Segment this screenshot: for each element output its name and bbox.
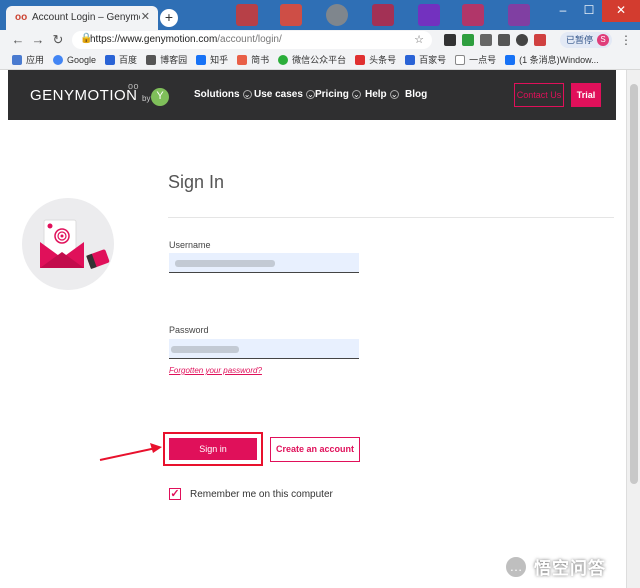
menu-use-cases[interactable]: Use cases ⌄ — [254, 89, 315, 100]
bookmark-item[interactable]: 头条号 — [355, 53, 396, 66]
title-divider — [168, 217, 614, 218]
new-tab-button[interactable]: + — [160, 9, 178, 27]
avatar: S — [597, 34, 609, 46]
close-window-icon[interactable]: ✕ — [602, 0, 640, 22]
watermark-text: 悟空问答 — [534, 559, 606, 578]
taskbar-app-icon — [418, 4, 440, 26]
jianshu-icon — [237, 54, 248, 65]
red-arrow-annotation — [99, 443, 162, 461]
bookmark-item[interactable]: 应用 — [12, 53, 44, 66]
tab-close-icon[interactable]: ✕ — [141, 10, 150, 23]
username-label: Username — [169, 240, 211, 250]
username-input[interactable] — [169, 253, 359, 273]
page-scrollbar[interactable] — [626, 70, 640, 588]
reload-icon[interactable]: ↻ — [50, 32, 66, 48]
password-input[interactable] — [169, 339, 359, 359]
wechat-icon — [278, 54, 289, 65]
extension-icon[interactable] — [534, 34, 546, 46]
taskbar-app-icon — [280, 4, 302, 26]
extension-icon[interactable] — [480, 34, 492, 46]
address-bar[interactable]: 🔒 https://www.genymotion.com/account/log… — [72, 31, 432, 49]
extension-icon[interactable] — [444, 34, 456, 46]
logo-by: by — [142, 94, 151, 103]
extension-icon[interactable] — [462, 34, 474, 46]
chevron-down-icon: ⌄ — [305, 90, 315, 99]
minimize-icon[interactable]: – — [550, 0, 576, 22]
bookmark-item[interactable]: Google — [53, 54, 96, 65]
genymotion-logo[interactable]: GENYMOTION oo — [30, 81, 139, 104]
trial-button[interactable]: Trial — [571, 83, 601, 107]
taskbar-app-icon — [462, 4, 484, 26]
page-title: Sign In — [168, 172, 225, 192]
forward-icon[interactable]: → — [30, 32, 46, 48]
url-path: /account/login/ — [217, 34, 282, 45]
cnblogs-icon — [146, 54, 157, 65]
extension-icon[interactable] — [498, 34, 510, 46]
bookmark-item[interactable]: 博客园 — [146, 53, 187, 66]
extension-icon[interactable] — [516, 34, 528, 46]
url-text: https://www.genymotion.com/account/login… — [90, 34, 282, 45]
taskbar-app-icon — [508, 4, 530, 26]
window-controls: – ☐ ✕ — [550, 0, 640, 24]
forgot-password-link[interactable]: Forgotten your password? — [169, 366, 262, 375]
bookmark-item[interactable]: 微信公众平台 — [278, 53, 346, 66]
remember-me-label: Remember me on this computer — [190, 489, 333, 500]
profile-button[interactable]: 已暂停 S — [560, 32, 612, 48]
browser-tab[interactable]: oo Account Login – Genymotion ... ✕ — [6, 6, 158, 30]
taskbar-app-icon — [236, 4, 258, 26]
create-account-button[interactable]: Create an account — [270, 437, 360, 462]
password-label: Password — [169, 325, 209, 335]
tab-title: Account Login – Genymotion ... — [32, 12, 140, 23]
chevron-down-icon: ⌄ — [389, 90, 399, 99]
sign-in-button[interactable]: Sign in — [169, 438, 257, 460]
genymotion-favicon-icon: oo — [15, 12, 28, 23]
taskbar-app-icon — [326, 4, 348, 26]
profile-status: 已暂停 — [566, 35, 594, 45]
scrollbar-thumb[interactable] — [630, 84, 638, 484]
maximize-icon[interactable]: ☐ — [576, 0, 602, 22]
toutiao-icon — [355, 54, 366, 65]
baijia-icon — [405, 54, 416, 65]
watermark: … 悟空问答 — [504, 554, 606, 579]
browser-toolbar: ← → ↻ 🔒 https://www.genymotion.com/accou… — [0, 30, 640, 50]
url-host: https://www.genymotion.com — [90, 34, 218, 45]
bookmark-item[interactable]: 一点号 — [455, 53, 496, 66]
taskbar-app-icon — [372, 4, 394, 26]
fingerprint-envelope-icon — [40, 219, 110, 269]
redacted-text — [175, 260, 275, 267]
page-icon — [455, 54, 466, 65]
chat-bubble-icon: … — [504, 554, 528, 579]
bookmarks-bar: 应用 Google 百度 博客园 知乎 简书 微信公众平台 头条号 百家号 一点… — [0, 50, 640, 70]
menu-pricing[interactable]: Pricing ⌄ — [315, 89, 361, 100]
bookmark-item[interactable]: 百度 — [105, 53, 137, 66]
apps-icon — [12, 54, 22, 65]
bookmark-item[interactable]: 简书 — [237, 53, 269, 66]
menu-solutions[interactable]: Solutions ⌄ — [194, 89, 252, 100]
page-content: GENYMOTION oo by Y Solutions ⌄ Use cases ⌄… — [0, 70, 626, 588]
menu-blog[interactable]: Blog — [405, 89, 427, 100]
site-header: GENYMOTION oo by Y Solutions ⌄ Use cases ⌄… — [8, 70, 616, 120]
browser-menu-icon[interactable]: ⋮ — [620, 33, 632, 47]
bookmark-star-icon[interactable]: ☆ — [414, 33, 424, 46]
remember-me-checkbox[interactable]: ✓ — [169, 488, 181, 500]
genymobile-icon: Y — [151, 88, 169, 106]
zhihu-icon — [505, 54, 516, 65]
login-illustration — [22, 198, 114, 290]
menu-help[interactable]: Help ⌄ — [365, 89, 399, 100]
browser-title-bar: oo Account Login – Genymotion ... ✕ + – … — [0, 0, 640, 30]
baidu-icon — [105, 54, 116, 65]
google-icon — [53, 54, 64, 65]
bookmark-item[interactable]: 百家号 — [405, 53, 446, 66]
bookmark-item[interactable]: (1 条消息)Window... — [505, 53, 599, 66]
chevron-down-icon: ⌄ — [351, 90, 361, 99]
chevron-down-icon: ⌄ — [242, 90, 252, 99]
back-icon[interactable]: ← — [10, 32, 26, 48]
redacted-text — [171, 346, 239, 353]
logo-superscript: oo — [128, 81, 140, 91]
bookmark-item[interactable]: 知乎 — [196, 53, 228, 66]
contact-us-button[interactable]: Contact Us — [514, 83, 564, 107]
zhihu-icon — [196, 54, 207, 65]
